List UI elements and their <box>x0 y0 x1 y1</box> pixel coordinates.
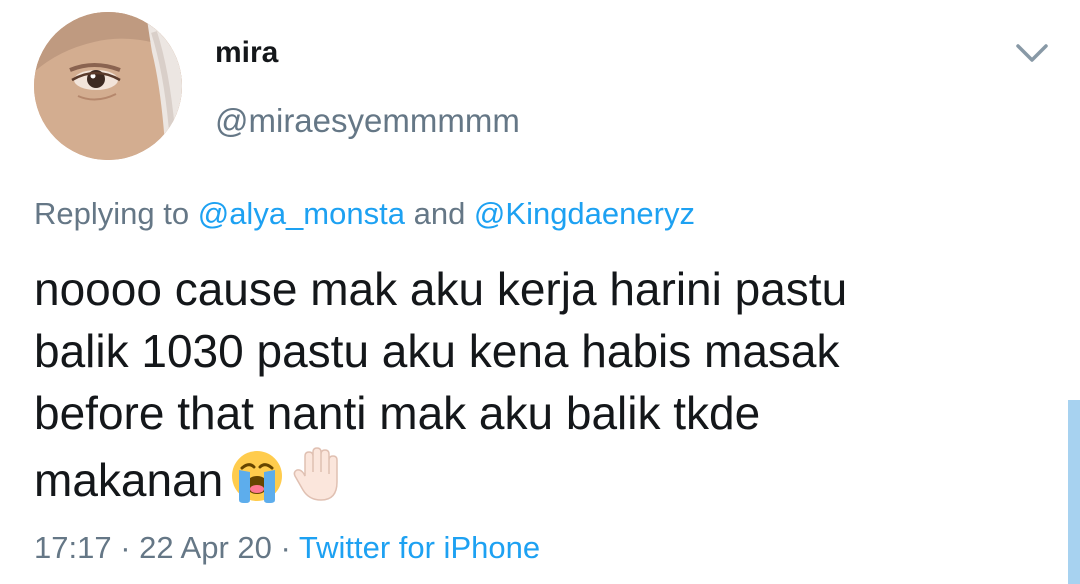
tweet-text-line: noooo cause mak aku kerja harini pastu <box>34 263 848 315</box>
tweet-source-link[interactable]: Twitter for iPhone <box>299 530 540 565</box>
tweet-metadata: 17:17 · 22 Apr 20 · Twitter for iPhone <box>34 530 540 566</box>
tweet-text-line: before that nanti mak aku balik tkde <box>34 387 761 439</box>
tweet-text: noooo cause mak aku kerja harini pastu b… <box>34 258 1034 519</box>
tweet-text-line-last: makanan <box>34 444 1034 519</box>
scroll-indicator[interactable] <box>1068 400 1080 584</box>
replying-to-line: Replying to @alya_monsta and @Kingdaener… <box>34 196 695 232</box>
mention-link[interactable]: @alya_monsta <box>198 196 405 231</box>
chevron-down-icon[interactable] <box>1012 36 1052 68</box>
replying-to-joiner: and <box>404 196 474 231</box>
avatar[interactable] <box>34 12 182 160</box>
tweet-time[interactable]: 17:17 <box>34 530 112 565</box>
tweet-date[interactable]: 22 Apr 20 <box>139 530 272 565</box>
meta-separator: · <box>271 530 299 565</box>
mention-link[interactable]: @Kingdaeneryz <box>474 196 695 231</box>
tweet-text-line: balik 1030 pastu aku kena habis masak <box>34 325 840 377</box>
replying-to-label: Replying to <box>34 196 198 231</box>
author-handle[interactable]: @miraesyemmmmm <box>215 102 520 140</box>
author-display-name[interactable]: mira <box>215 36 278 70</box>
meta-separator: · <box>111 530 140 565</box>
avatar-photo <box>34 12 182 160</box>
tweet-text-last-word: makanan <box>34 454 224 506</box>
raised-hand-emoji <box>291 444 347 519</box>
loudly-crying-face-emoji <box>229 448 285 519</box>
